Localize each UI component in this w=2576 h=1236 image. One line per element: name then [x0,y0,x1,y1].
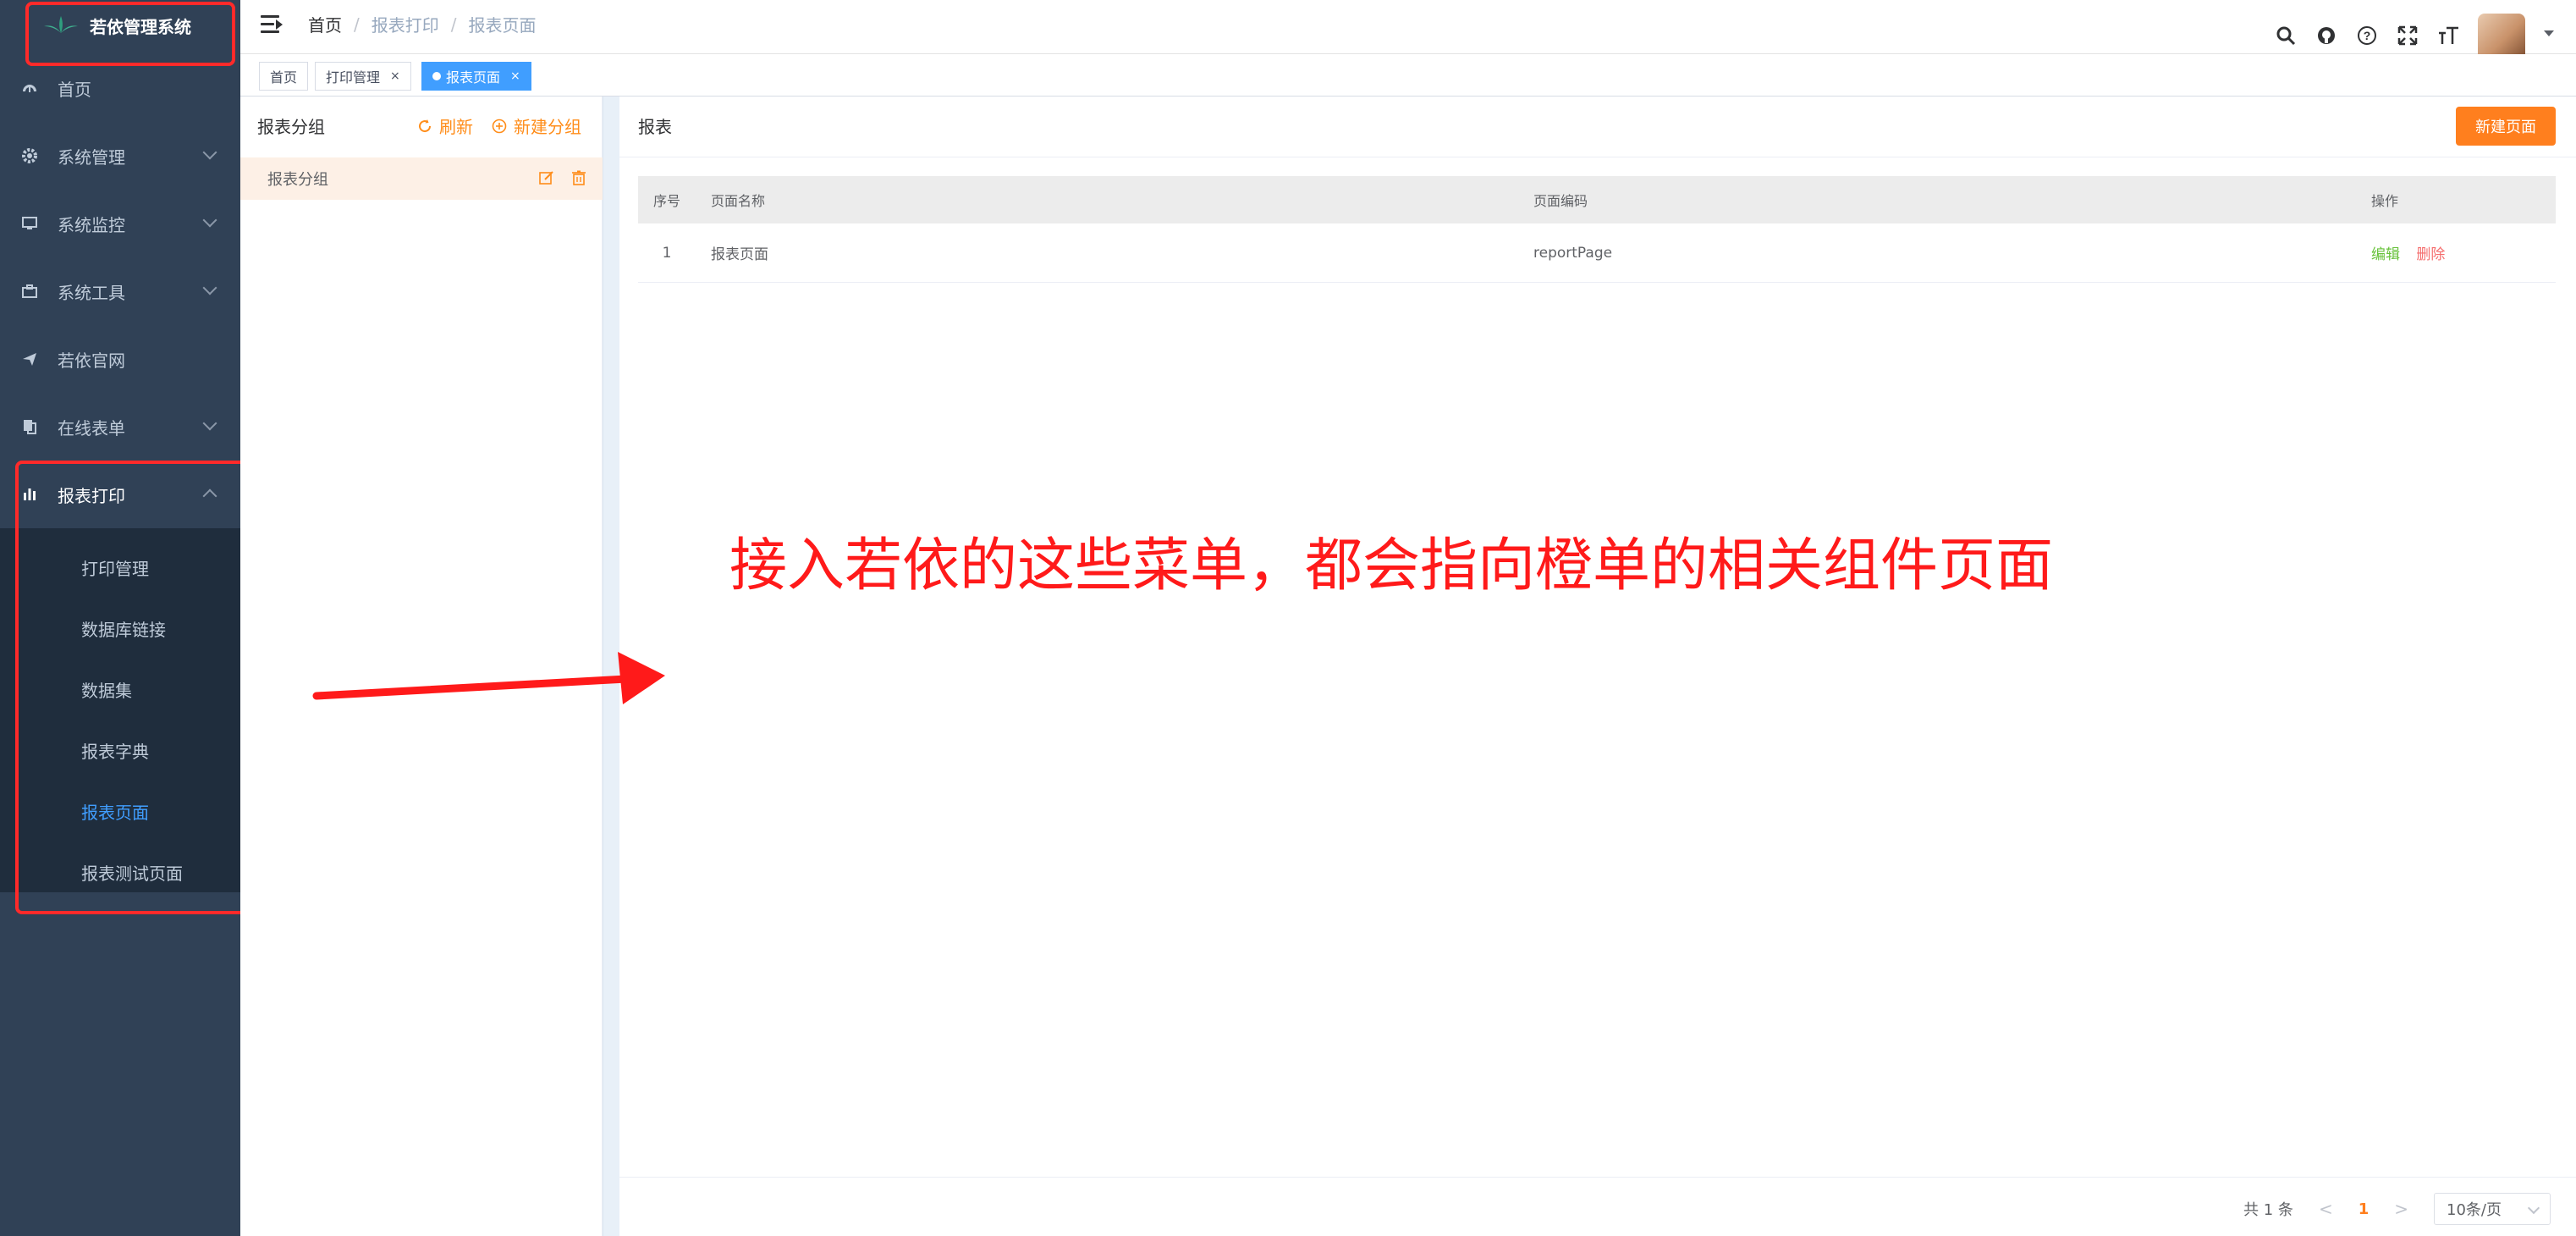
annotation-arrow [312,652,665,704]
annotation-text: 接入若依的这些菜单，都会指向橙单的相关组件页面 [729,532,2054,599]
